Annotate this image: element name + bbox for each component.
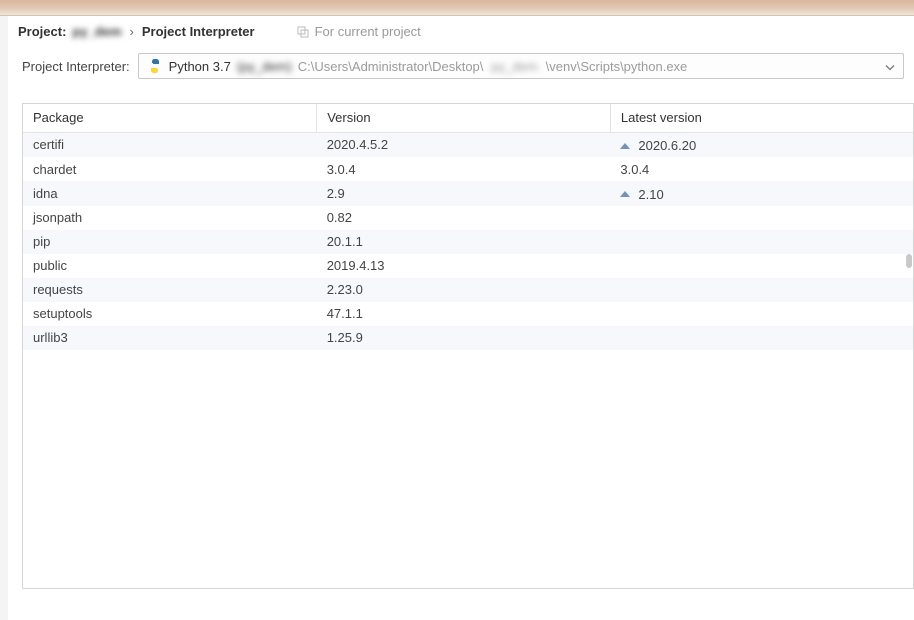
cell-version: 2020.4.5.2 — [317, 132, 611, 157]
cell-latest: 2.10 — [610, 181, 913, 206]
left-gutter — [0, 16, 8, 620]
cell-package: idna — [23, 181, 317, 206]
cell-version: 1.25.9 — [317, 326, 611, 350]
cell-package: requests — [23, 278, 317, 302]
cell-version: 47.1.1 — [317, 302, 611, 326]
cell-latest-value: 2020.6.20 — [638, 138, 696, 153]
cell-latest — [610, 254, 913, 278]
interpreter-path-after: \venv\Scripts\python.exe — [546, 59, 688, 74]
cell-version: 3.0.4 — [317, 157, 611, 181]
window-title-bar — [0, 0, 914, 16]
breadcrumb: Project: py_dem › Project Interpreter Fo… — [0, 16, 914, 49]
cell-latest-value: 2.10 — [638, 187, 663, 202]
cell-package: chardet — [23, 157, 317, 181]
table-row[interactable]: requests2.23.0 — [23, 278, 913, 302]
table-row[interactable]: chardet3.0.43.0.4 — [23, 157, 913, 181]
interpreter-name: Python 3.7 — [169, 59, 231, 74]
cell-latest-value: 3.0.4 — [620, 162, 649, 177]
interpreter-field-label: Project Interpreter: — [22, 59, 130, 74]
cell-latest — [610, 230, 913, 254]
python-icon — [147, 58, 163, 74]
interpreter-path-before: C:\Users\Administrator\Desktop\ — [298, 59, 484, 74]
interpreter-project-parens: (py_dem) — [237, 59, 292, 74]
cell-latest: 3.0.4 — [610, 157, 913, 181]
interpreter-path-blur: py_dem — [489, 59, 539, 74]
cell-version: 2019.4.13 — [317, 254, 611, 278]
packages-table-container: Package Version Latest version certifi20… — [22, 103, 914, 589]
cell-package: jsonpath — [23, 206, 317, 230]
cell-package: public — [23, 254, 317, 278]
table-row[interactable]: urllib31.25.9 — [23, 326, 913, 350]
scrollbar-thumb[interactable] — [906, 254, 912, 268]
cell-latest: 2020.6.20 — [610, 132, 913, 157]
project-name[interactable]: py_dem — [72, 24, 121, 39]
col-package[interactable]: Package — [23, 104, 317, 132]
cell-package: urllib3 — [23, 326, 317, 350]
upgrade-available-icon — [620, 191, 630, 197]
cell-latest — [610, 206, 913, 230]
for-current-project-label: For current project — [297, 24, 421, 39]
table-row[interactable]: idna2.9 2.10 — [23, 181, 913, 206]
for-current-project-text: For current project — [315, 24, 421, 39]
interpreter-select[interactable]: Python 3.7 (py_dem) C:\Users\Administrat… — [138, 53, 904, 79]
table-row[interactable]: jsonpath0.82 — [23, 206, 913, 230]
cell-version: 2.9 — [317, 181, 611, 206]
breadcrumb-interpreter[interactable]: Project Interpreter — [142, 24, 255, 39]
cell-latest — [610, 278, 913, 302]
cell-package: pip — [23, 230, 317, 254]
col-version[interactable]: Version — [317, 104, 611, 132]
cell-package: certifi — [23, 132, 317, 157]
table-row[interactable]: public2019.4.13 — [23, 254, 913, 278]
packages-table: Package Version Latest version certifi20… — [23, 104, 913, 350]
cell-version: 0.82 — [317, 206, 611, 230]
cell-version: 2.23.0 — [317, 278, 611, 302]
table-row[interactable]: setuptools47.1.1 — [23, 302, 913, 326]
upgrade-available-icon — [620, 143, 630, 149]
copy-icon — [297, 26, 309, 38]
chevron-down-icon — [885, 59, 895, 74]
table-row[interactable]: pip20.1.1 — [23, 230, 913, 254]
breadcrumb-chevron-icon: › — [128, 24, 136, 39]
cell-latest — [610, 326, 913, 350]
cell-version: 20.1.1 — [317, 230, 611, 254]
col-latest[interactable]: Latest version — [610, 104, 913, 132]
interpreter-row: Project Interpreter: Python 3.7 (py_dem)… — [0, 49, 914, 91]
cell-latest — [610, 302, 913, 326]
project-label: Project: — [18, 24, 66, 39]
table-row[interactable]: certifi2020.4.5.2 2020.6.20 — [23, 132, 913, 157]
cell-package: setuptools — [23, 302, 317, 326]
